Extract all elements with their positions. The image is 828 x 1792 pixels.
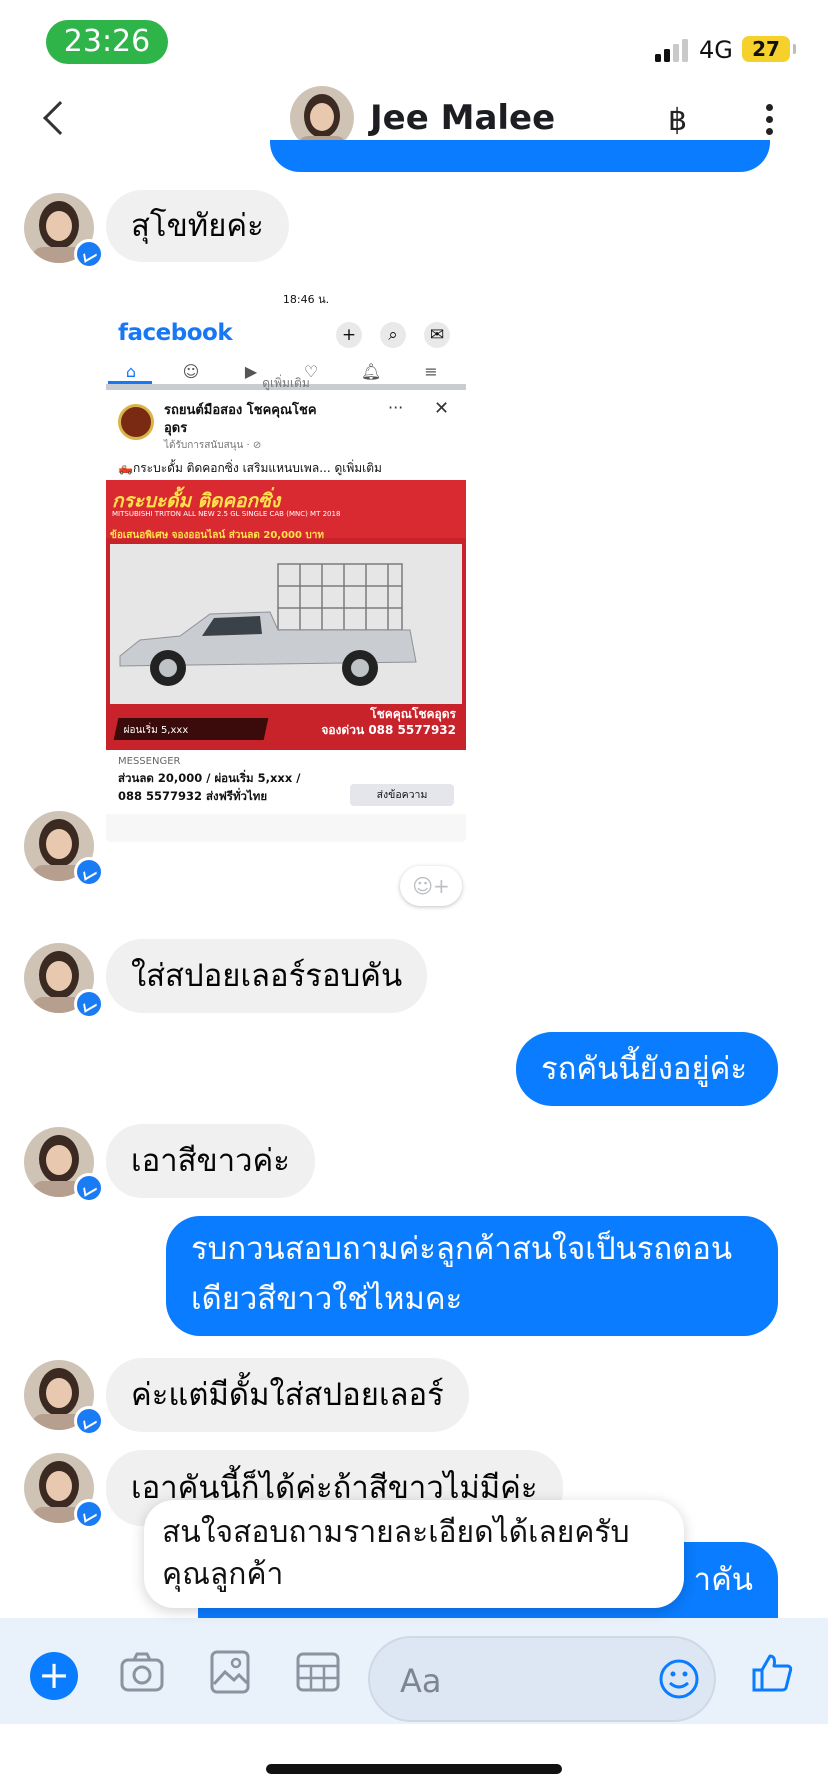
installment-label: ผ่อนเริ่ม 5,xxx: [113, 718, 269, 740]
search-icon: ⌕: [380, 322, 406, 348]
message-bubble-incoming[interactable]: เอาสีขาวค่ะ: [106, 1124, 315, 1198]
more-options-icon[interactable]: [762, 104, 776, 138]
quick-reply-overlay[interactable]: สนใจสอบถามรายละเอียดได้เลยครับ คุณลูกค้า: [144, 1500, 684, 1608]
pickup-truck-picture: [110, 544, 462, 704]
dealer-contact: โชคคุณโชคอุดร จองด่วน 088 5577932: [321, 706, 456, 738]
contact-name[interactable]: Jee Malee: [370, 98, 555, 138]
sponsored-label: ได้รับการสนับสนุน · ⊘: [164, 440, 262, 451]
dealer-name: โชคคุณโชคอุดร: [370, 707, 456, 721]
back-icon[interactable]: [43, 101, 77, 135]
message-bubble-incoming[interactable]: สุโขทัยค่ะ: [106, 190, 289, 262]
post-close-icon: ✕: [434, 398, 450, 419]
message-bubble-incoming[interactable]: ค่ะแต่มีดั้มใส่สปอยเลอร์: [106, 1358, 469, 1432]
message-bubble-incoming[interactable]: ใส่สปอยเลอร์รอบคัน: [106, 939, 428, 1013]
screenshot-title: ส่วนลด 20,000 / ผ่อนเริ่ม 5,xxx / 088 55…: [118, 771, 301, 803]
messenger-badge-icon: [74, 1173, 104, 1203]
message-bubble-outgoing[interactable]: รถคันนี้ยังอยู่ค่ะ: [516, 1032, 778, 1106]
plus-icon[interactable]: +: [30, 1652, 78, 1700]
battery-level: 27: [752, 37, 780, 61]
facebook-logo: facebook: [118, 320, 233, 346]
screenshot-status-time: 18:46 น.: [282, 293, 330, 306]
sender-avatar[interactable]: [24, 1127, 104, 1203]
sender-avatar[interactable]: [24, 943, 104, 1019]
post-more-icon: ···: [388, 398, 404, 417]
sender-avatar[interactable]: [24, 1453, 104, 1529]
message-composer: + Aa: [0, 1618, 828, 1724]
sticker-grid-icon[interactable]: [294, 1648, 342, 1696]
plus-icon: +: [336, 322, 362, 348]
screenshot-meta: MESSENGER: [118, 756, 181, 767]
see-more-text: ดูเพิ่มเติม: [262, 376, 310, 390]
dealer-phone: จองด่วน 088 5577932: [321, 723, 456, 737]
gallery-icon[interactable]: [206, 1648, 254, 1696]
battery-icon: 27: [742, 36, 796, 62]
previous-message-bubble: [270, 140, 770, 172]
messenger-badge-icon: [74, 1499, 104, 1529]
messenger-badge-icon: [74, 239, 104, 269]
post-text: 🛻กระบะดั้ม ติดคอกซิ่ง เสริมแหนบเพล... ดู…: [118, 461, 382, 475]
signal-icon: [655, 38, 691, 62]
shared-screenshot-image[interactable]: 18:46 น. facebook + ⌕ ✉ ⌂ ☺ ▶ ♡ 🔔︎ ≡ ดูเ…: [106, 282, 466, 842]
page-avatar: [118, 404, 154, 440]
ad-promo: ข้อเสนอพิเศษ จองออนไลน์ ส่วนลด 20,000 บา…: [110, 530, 324, 541]
page-name: รถยนต์มือสอง โชคคุณโชค อุดร: [164, 403, 317, 436]
ad-model: MITSUBISHI TRITON ALL NEW 2.5 GL SINGLE …: [112, 510, 341, 518]
emoji-icon[interactable]: [658, 1658, 700, 1700]
camera-icon[interactable]: [118, 1648, 166, 1696]
sender-avatar[interactable]: [24, 1360, 104, 1436]
message-bubble-outgoing[interactable]: รบกวนสอบถามค่ะลูกค้าสนใจเป็นรถตอนเดียวสี…: [166, 1216, 778, 1336]
add-reaction-icon[interactable]: ☺+: [400, 866, 462, 906]
messenger-badge-icon: [74, 1406, 104, 1436]
network-type: 4G: [699, 36, 733, 64]
sender-avatar[interactable]: [24, 811, 104, 887]
ad-image: กระบะดั้ม ติดคอกซิ่ง MITSUBISHI TRITON A…: [106, 480, 466, 750]
messenger-badge-icon: [74, 989, 104, 1019]
messenger-icon: ✉: [424, 322, 450, 348]
baht-icon[interactable]: ฿: [668, 103, 687, 138]
message-input[interactable]: Aa: [368, 1636, 716, 1722]
send-message-button: ส่งข้อความ: [350, 784, 454, 806]
message-input-placeholder: Aa: [400, 1662, 442, 1700]
thumbs-up-icon[interactable]: [750, 1650, 794, 1694]
status-time: 23:26: [46, 20, 168, 64]
sender-avatar[interactable]: [24, 193, 104, 269]
screenshot-nav-bar: [106, 814, 466, 842]
home-indicator[interactable]: [266, 1764, 562, 1774]
messenger-badge-icon: [74, 857, 104, 887]
